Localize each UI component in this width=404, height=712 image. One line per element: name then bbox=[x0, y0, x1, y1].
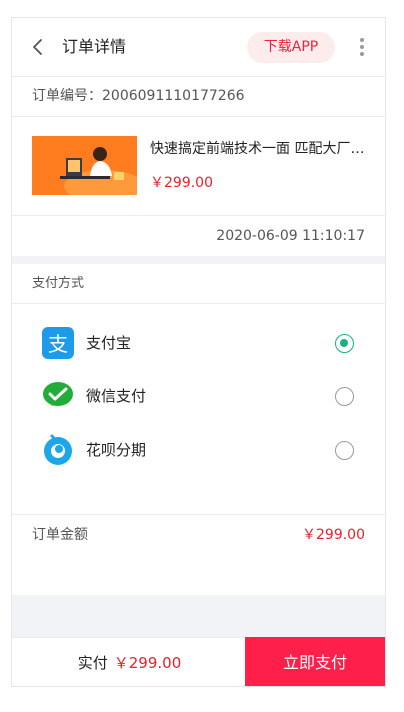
course-thumbnail bbox=[32, 136, 137, 195]
product-card[interactable]: 快速搞定前端技术一面 匹配大厂面试要求 ￥299.00 bbox=[12, 117, 385, 216]
wechat-pay-icon bbox=[43, 382, 73, 406]
order-amount-label: 订单金额 bbox=[32, 527, 88, 543]
order-date: 2020-06-09 11:10:17 bbox=[216, 228, 365, 244]
payment-option-huabei[interactable]: 花呗分期 bbox=[12, 424, 385, 478]
radio-wechat[interactable] bbox=[335, 387, 354, 406]
payment-option-label: 支付宝 bbox=[86, 334, 132, 352]
paid-label: 实付 bbox=[77, 654, 108, 672]
product-price: ￥299.00 bbox=[150, 175, 213, 191]
payment-option-label: 花呗分期 bbox=[86, 441, 147, 459]
bottom-bar: 实付 ￥299.00 立即支付 bbox=[12, 637, 385, 686]
payment-option-label: 微信支付 bbox=[86, 387, 147, 405]
product-name: 快速搞定前端技术一面 匹配大厂面试要求 bbox=[150, 141, 372, 157]
download-app-button[interactable]: 下载APP bbox=[247, 32, 335, 63]
radio-alipay[interactable] bbox=[335, 334, 354, 353]
alipay-icon: 支 bbox=[42, 327, 74, 359]
order-amount-row: 订单金额 ￥299.00 bbox=[12, 514, 385, 554]
huabei-icon bbox=[44, 434, 72, 465]
header: 订单详情 下载APP bbox=[12, 18, 385, 77]
order-detail-page: 订单详情 下载APP 订单编号：2006091110177266 快速搞定前端技… bbox=[11, 17, 386, 687]
order-amount-value: ￥299.00 bbox=[302, 527, 365, 543]
order-number: 订单编号：2006091110177266 bbox=[12, 77, 385, 117]
chevron-left-icon[interactable] bbox=[30, 38, 46, 56]
payment-option-alipay[interactable]: 支 支付宝 bbox=[12, 317, 385, 371]
radio-huabei[interactable] bbox=[335, 441, 354, 460]
pay-now-button[interactable]: 立即支付 bbox=[245, 637, 385, 686]
section-divider bbox=[12, 256, 385, 264]
footer-spacer bbox=[12, 595, 385, 637]
payment-section-title: 支付方式 bbox=[12, 264, 385, 304]
paid-summary: 实付 ￥299.00 bbox=[12, 638, 247, 686]
svg-text:支: 支 bbox=[48, 332, 68, 356]
more-vertical-icon[interactable] bbox=[358, 38, 366, 58]
paid-amount: ￥299.00 bbox=[113, 654, 182, 672]
payment-option-wechat[interactable]: 微信支付 bbox=[12, 370, 385, 424]
page-title: 订单详情 bbox=[62, 37, 127, 56]
